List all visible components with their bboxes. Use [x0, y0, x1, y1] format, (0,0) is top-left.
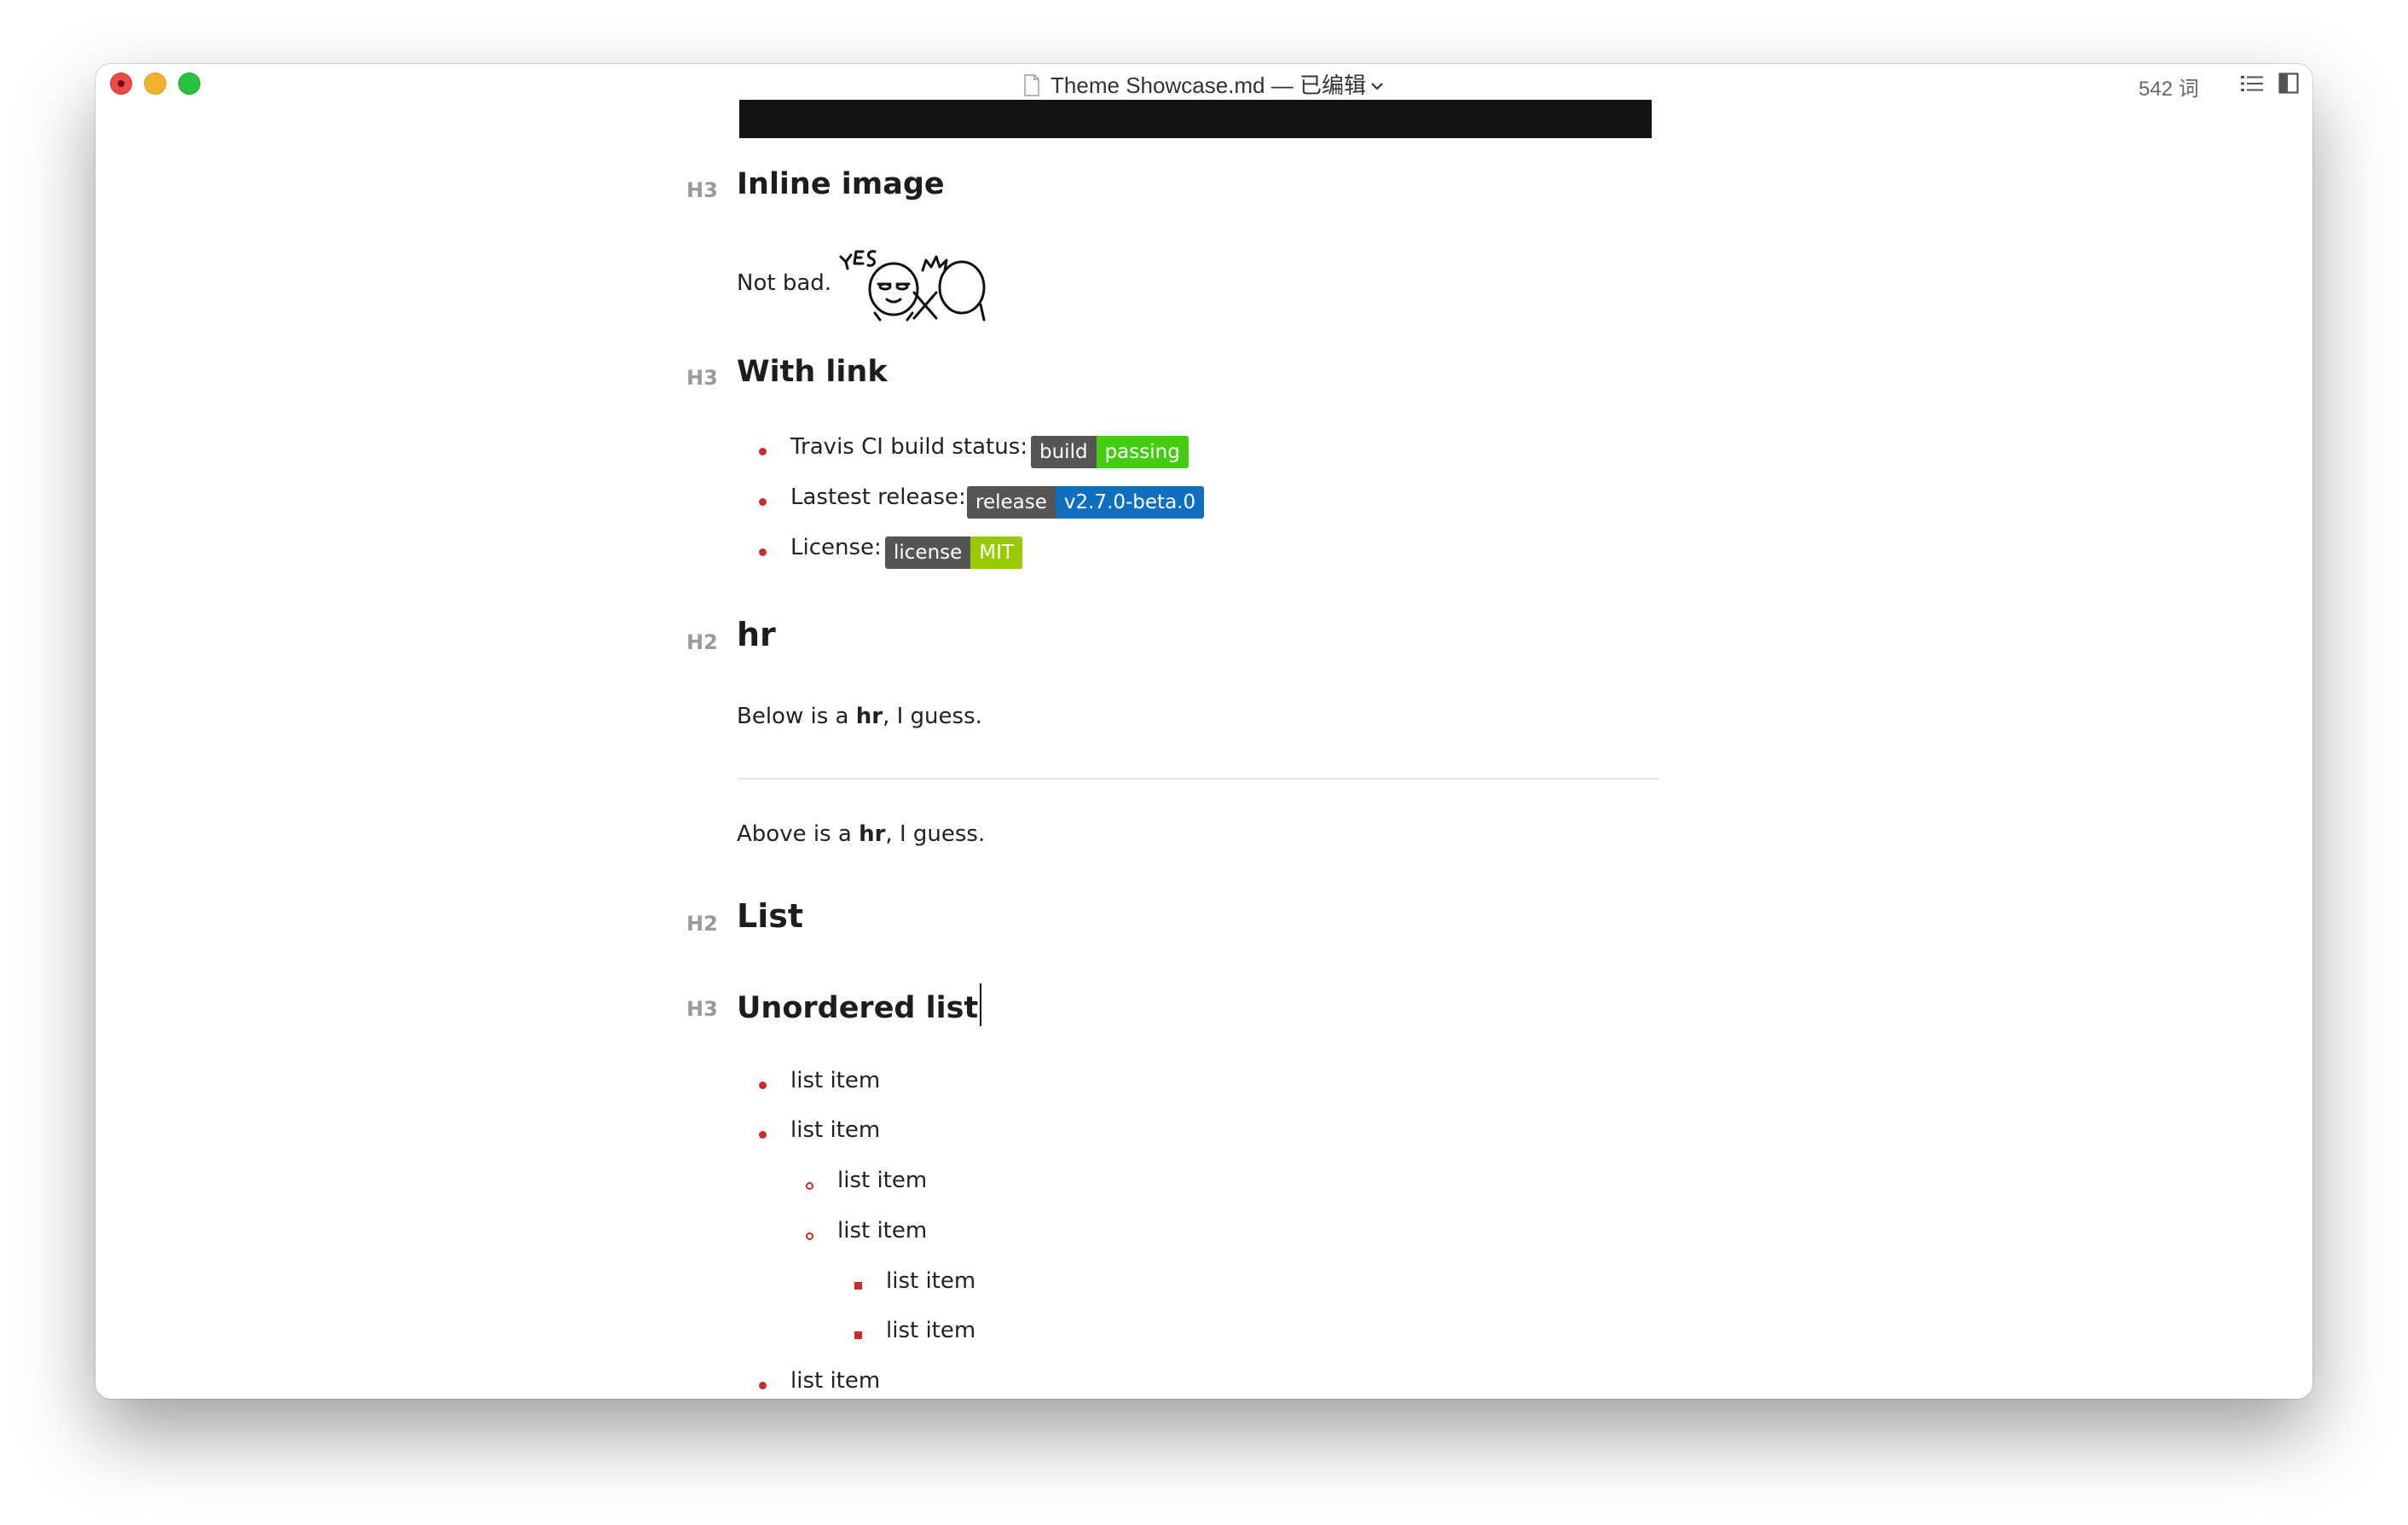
list-item: Travis CI build status:: [790, 434, 1028, 460]
heading-level-marker: H3: [686, 178, 718, 202]
list-item: list item: [837, 1168, 928, 1193]
list-item: list item: [790, 1368, 881, 1394]
list-item: list item: [886, 1318, 976, 1343]
list-item: list item: [886, 1268, 976, 1294]
paragraph-not-bad: Not bad.: [737, 270, 832, 296]
heading-level-marker: H2: [686, 630, 718, 654]
list-bullet: [759, 498, 767, 506]
heading-level-marker: H3: [686, 366, 718, 390]
list-bullet: [759, 448, 767, 455]
text-cursor: [980, 983, 982, 1026]
list-bullet-square: [854, 1282, 862, 1290]
badge-label: build: [1031, 436, 1097, 468]
license-badge[interactable]: license MIT: [885, 536, 1022, 569]
list-bullet-square: [854, 1331, 862, 1339]
badge-label: release: [967, 486, 1056, 519]
list-bullet: [759, 1081, 767, 1089]
badge-label: license: [885, 536, 971, 569]
heading-level-marker: H3: [686, 997, 718, 1021]
badge-value: v2.7.0-beta.0: [1055, 486, 1205, 519]
heading-inline-image: Inline image: [737, 167, 945, 201]
list-bullet: [759, 1131, 767, 1139]
list-item: Lastest release:: [790, 484, 966, 510]
yes-sticker-image: [839, 250, 986, 322]
paragraph-below-hr: Below is a hr, I guess.: [737, 704, 982, 729]
list-bullet: [759, 548, 767, 556]
list-bullet-circle: [806, 1182, 813, 1190]
heading-level-marker: H2: [686, 912, 718, 936]
document-content[interactable]: H3 Inline image Not bad. H3 With link Tr…: [96, 64, 2312, 1399]
list-item: list item: [837, 1218, 928, 1244]
badge-value: passing: [1096, 436, 1189, 468]
heading-list: List: [737, 897, 804, 935]
list-bullet-circle: [806, 1232, 813, 1240]
badge-value: MIT: [970, 536, 1022, 569]
paragraph-above-hr: Above is a hr, I guess.: [737, 821, 986, 847]
build-status-badge[interactable]: build passing: [1031, 436, 1189, 468]
editor-window: Theme Showcase.md — 已编辑 542 词 H3 Inline …: [96, 64, 2312, 1399]
list-bullet: [759, 1382, 767, 1389]
list-item: list item: [790, 1068, 881, 1093]
heading-hr: hr: [737, 616, 776, 653]
release-badge[interactable]: release v2.7.0-beta.0: [967, 486, 1205, 519]
list-item: License:: [790, 535, 882, 560]
horizontal-rule: [738, 778, 1658, 780]
heading-with-link: With link: [737, 355, 888, 389]
list-item: list item: [790, 1117, 881, 1143]
heading-unordered-list: Unordered list: [737, 983, 982, 1026]
